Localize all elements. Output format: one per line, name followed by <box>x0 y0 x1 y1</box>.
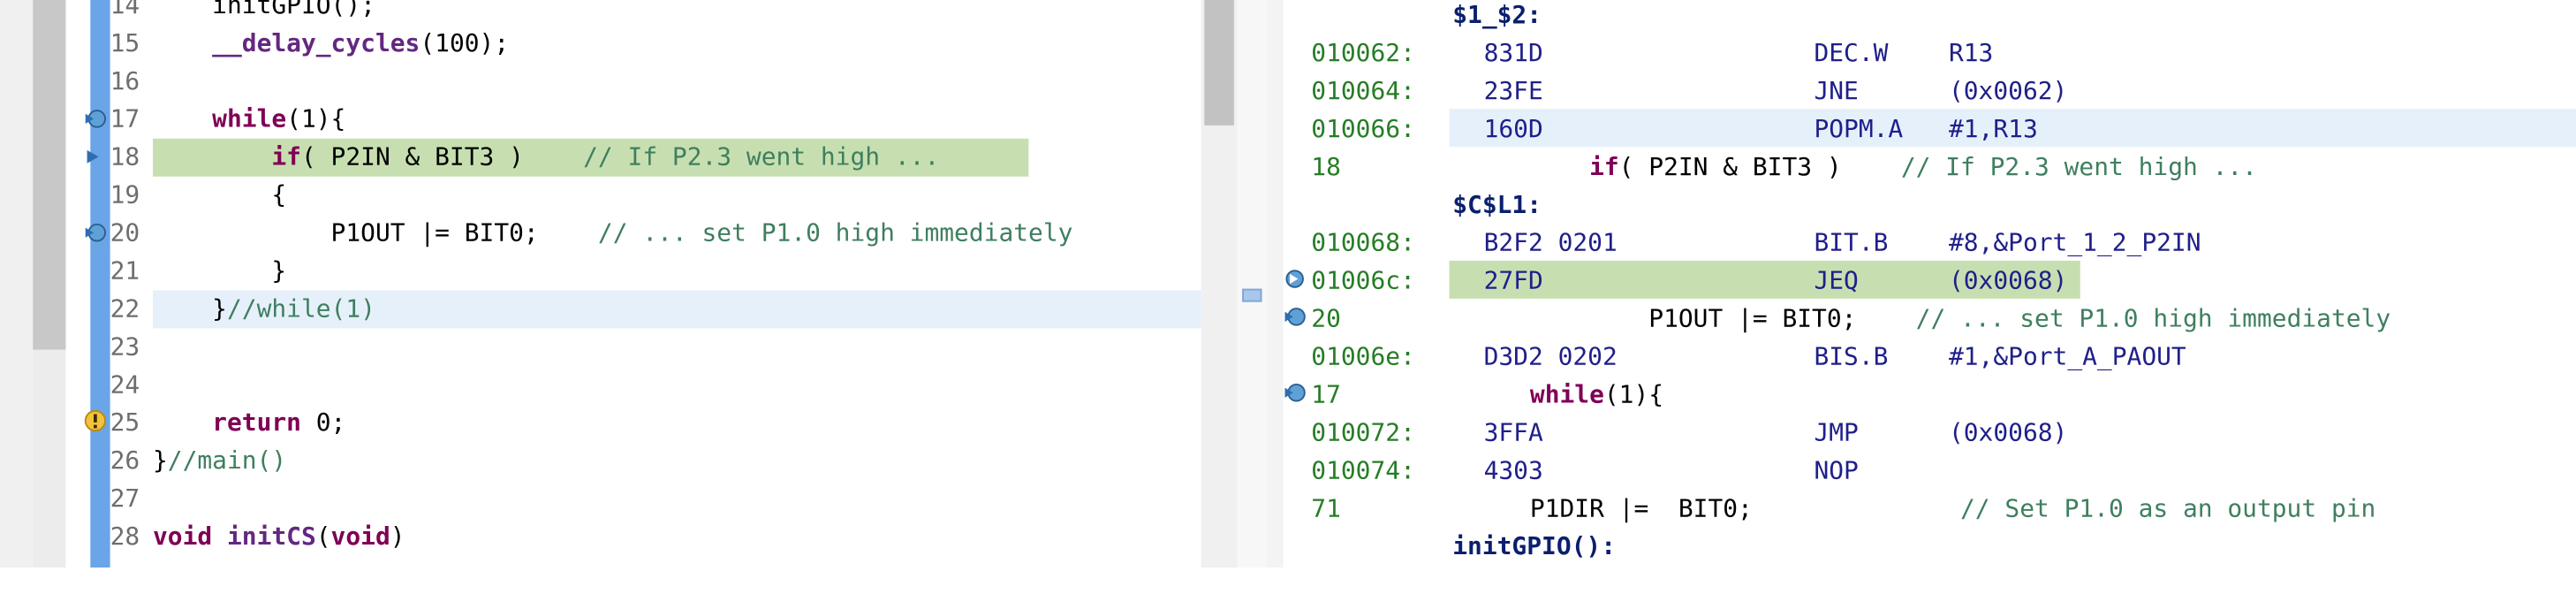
code-line[interactable]: { <box>153 177 286 215</box>
instruction-pointer-icon[interactable] <box>1284 267 1307 290</box>
source-line-number: 17 <box>1311 379 1341 409</box>
operands: (0x0068) <box>1948 265 2068 296</box>
opcode: 831D <box>1483 37 1543 68</box>
code-line[interactable]: return 0; <box>153 404 345 442</box>
code-line[interactable]: initGPIO(); <box>153 0 375 25</box>
source-code-line[interactable]: if( P2IN & BIT3 ) // If P2.3 went high .… <box>1471 148 2257 187</box>
opcode: 27FD <box>1483 265 1543 296</box>
mnemonic: JNE <box>1814 75 1859 106</box>
line-number: 14 <box>110 0 140 20</box>
debug-workspace: 14 initGPIO(); 15 __delay_cycles(100); 16 1… <box>0 0 2576 594</box>
breakpoint-icon[interactable] <box>84 221 107 244</box>
source-code-line[interactable]: P1OUT |= BIT0; // ... set P1.0 high imme… <box>1471 301 2390 339</box>
left-panel-scroll-track[interactable] <box>33 349 66 568</box>
operands: #1,R13 <box>1948 113 2038 144</box>
operands: #8,&Port_1_2_P2IN <box>1948 227 2201 258</box>
mnemonic: BIT.B <box>1814 227 1889 258</box>
left-panel-scroll-thumb[interactable] <box>33 0 66 350</box>
mnemonic: JMP <box>1814 417 1859 447</box>
opcode: 160D <box>1483 113 1543 144</box>
instruction-address: 010066: <box>1311 113 1415 144</box>
code-line[interactable]: P1OUT |= BIT0; // ... set P1.0 high imme… <box>153 215 1073 253</box>
code-line[interactable]: while(1){ <box>153 101 345 139</box>
instruction-address: 010074: <box>1311 455 1415 485</box>
mnemonic: NOP <box>1814 455 1859 485</box>
instruction-address: 010072: <box>1311 417 1415 447</box>
source-code-line[interactable]: while(1){ <box>1471 377 1663 415</box>
line-number: 22 <box>110 293 140 324</box>
line-number: 24 <box>110 369 140 400</box>
sash-grip-icon[interactable] <box>1242 288 1262 302</box>
disassembly-ruler[interactable] <box>1267 0 1284 568</box>
breakpoint-icon[interactable] <box>84 107 107 130</box>
line-number: 21 <box>110 255 140 286</box>
line-number: 19 <box>110 179 140 210</box>
code-line[interactable]: } <box>153 253 286 291</box>
source-line-number: 20 <box>1311 303 1341 334</box>
mnemonic: BIS.B <box>1814 341 1889 372</box>
disassembly-label: $1_$2: <box>1452 0 1542 30</box>
instruction-address: 010068: <box>1311 227 1415 258</box>
opcode: D3D2 0202 <box>1483 341 1618 372</box>
line-number: 20 <box>110 217 140 248</box>
breakpoint-icon[interactable] <box>1284 305 1307 328</box>
mnemonic: POPM.A <box>1814 113 1904 144</box>
editor-scroll-thumb[interactable] <box>1204 0 1234 126</box>
code-line[interactable]: }//while(1) <box>153 291 375 329</box>
opcode: 3FFA <box>1483 417 1543 447</box>
editor-ruler[interactable] <box>90 0 110 568</box>
line-number: 18 <box>110 141 140 172</box>
opcode: B2F2 0201 <box>1483 227 1618 258</box>
panel-sash[interactable] <box>1237 0 1268 568</box>
source-line-number: 18 <box>1311 151 1341 182</box>
warning-icon[interactable] <box>84 409 107 432</box>
bottom-edge <box>0 567 2576 594</box>
line-number: 25 <box>110 407 140 438</box>
instruction-address: 01006e: <box>1311 341 1415 372</box>
line-number: 26 <box>110 446 140 476</box>
source-line-number: 71 <box>1311 493 1341 523</box>
instruction-pointer-icon[interactable] <box>84 145 107 168</box>
disassembly-label: $C$L1: <box>1452 189 1542 220</box>
opcode: 23FE <box>1483 75 1543 106</box>
disassembly-label: initGPIO(): <box>1452 531 1617 561</box>
code-line[interactable]: }//main() <box>153 442 286 480</box>
line-number: 27 <box>110 483 140 514</box>
operands: (0x0068) <box>1948 417 2068 447</box>
instruction-address: 010062: <box>1311 37 1415 68</box>
code-line[interactable]: if( P2IN & BIT3 ) // If P2.3 went high .… <box>153 139 939 177</box>
operands: (0x0062) <box>1948 75 2068 106</box>
left-panel-edge <box>0 0 34 568</box>
line-number: 16 <box>110 65 140 96</box>
line-number: 17 <box>110 103 140 134</box>
instruction-address: 01006c: <box>1311 265 1415 296</box>
operands: R13 <box>1948 37 1994 68</box>
operands: #1,&Port_A_PAOUT <box>1948 341 2186 372</box>
instruction-address: 010064: <box>1311 75 1415 106</box>
breakpoint-icon[interactable] <box>1284 381 1307 404</box>
mnemonic: JEQ <box>1814 265 1859 296</box>
code-line[interactable]: __delay_cycles(100); <box>153 25 509 63</box>
line-number: 15 <box>110 27 140 58</box>
code-line[interactable]: void initCS(void) <box>153 518 405 556</box>
line-number: 28 <box>110 521 140 552</box>
opcode: 4303 <box>1483 455 1543 485</box>
line-number: 23 <box>110 331 140 362</box>
source-code-line[interactable]: P1DIR |= BIT0; // Set P1.0 as an output … <box>1471 490 2375 528</box>
mnemonic: DEC.W <box>1814 37 1889 68</box>
